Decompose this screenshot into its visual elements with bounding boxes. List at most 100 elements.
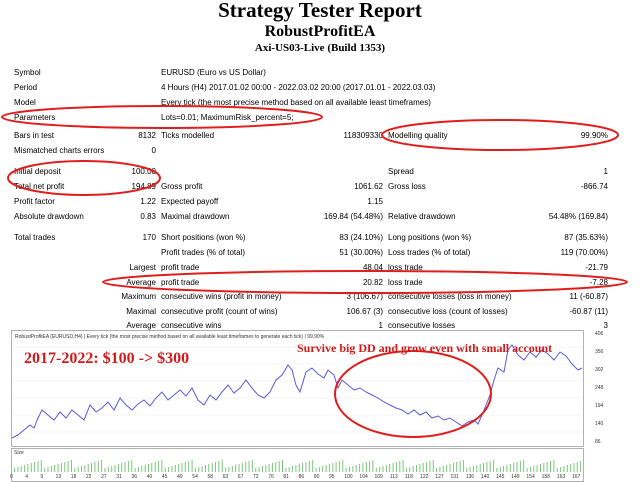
x-tick: 163 — [556, 474, 566, 480]
x-tick: 76 — [268, 474, 274, 480]
ticks-value: 118309330 — [343, 131, 383, 140]
ptrades-label: Profit trades (% of total) — [161, 248, 246, 257]
y-tick: 86 — [595, 439, 601, 445]
average-loss-value: -7.28 — [589, 278, 608, 287]
symbol-label: Symbol — [14, 68, 41, 77]
x-tick: 140 — [480, 474, 490, 480]
grossprofit-value: 1061.62 — [354, 182, 383, 191]
server-build: Axi-US03-Live (Build 1353) — [254, 42, 386, 54]
x-tick: 104 — [359, 474, 368, 480]
spread-label: Spread — [388, 167, 414, 176]
average-loss-label: loss trade — [388, 278, 423, 287]
largest-profit-value: 48.04 — [362, 263, 383, 272]
x-tick: 13 — [55, 474, 62, 480]
largest-loss-label: loss trade — [388, 263, 423, 272]
mismatch-value: 0 — [151, 146, 156, 155]
max-cons-loss-label: consecutive loss (count of losses) — [388, 307, 508, 316]
x-tick: 167 — [572, 474, 581, 480]
x-tick: 18 — [70, 474, 77, 480]
trades-value: 170 — [142, 233, 156, 242]
x-tick: 154 — [526, 474, 535, 480]
parameters-label: Parameters — [14, 113, 56, 122]
chart-caption: RobustProfitEA (EURUSD,H4) | Every tick … — [15, 334, 325, 340]
average-label: Average — [126, 278, 156, 287]
x-tick: 4 — [25, 474, 28, 480]
short-label: Short positions (won %) — [161, 233, 246, 242]
x-tick: 149 — [511, 474, 520, 480]
x-tick: 45 — [161, 474, 168, 480]
max-cons-losses-label: consecutive losses (loss in money) — [388, 292, 512, 301]
deposit-value: 100.00 — [131, 167, 156, 176]
max-cons-profit-value: 106.67 (3) — [346, 307, 383, 316]
ep-label: Expected payoff — [161, 197, 219, 206]
spread-value: 1 — [603, 167, 608, 176]
x-tick: 113 — [389, 474, 398, 480]
maxdd-label: Maximal drawdown — [161, 212, 230, 221]
quality-value: 99.90% — [580, 131, 608, 140]
x-tick: 158 — [541, 474, 550, 480]
long-value: 87 (35.63%) — [564, 233, 608, 242]
x-tick: 63 — [222, 474, 229, 480]
x-tick: 95 — [329, 474, 335, 480]
x-tick: 54 — [192, 474, 198, 480]
netprofit-value: 194.89 — [131, 182, 156, 191]
y-tick: 194 — [595, 403, 604, 409]
reldd-label: Relative drawdown — [388, 212, 456, 221]
period-label: Period — [14, 83, 38, 92]
mismatch-label: Mismatched charts errors — [14, 146, 105, 155]
max-cons-wins-value: 3 (106.67) — [346, 292, 383, 301]
average-profit-label: profit trade — [161, 278, 200, 287]
pf-label: Profit factor — [14, 197, 55, 206]
absdd-label: Absolute drawdown — [14, 212, 84, 221]
ticks-label: Ticks modelled — [161, 131, 215, 140]
x-tick: 86 — [298, 474, 305, 480]
drawdown-annotation: Survive big DD and grow even with small … — [297, 341, 553, 355]
x-tick: 122 — [420, 474, 429, 480]
max-cons-loss-value: -60.87 (11) — [569, 307, 608, 316]
maxdd-value: 169.84 (54.48%) — [323, 212, 383, 221]
average-profit-value: 20.82 — [362, 278, 383, 287]
largest-loss-value: -21.79 — [585, 263, 608, 272]
max-cons-profit-label: consecutive profit (count of wins) — [161, 307, 278, 316]
deposit-label: Initial deposit — [14, 167, 61, 176]
ep-value: 1.15 — [367, 197, 383, 206]
quality-label: Modelling quality — [388, 131, 448, 140]
largest-label: Largest — [129, 263, 156, 272]
x-tick: 127 — [435, 474, 444, 480]
y-tick: 406 — [595, 331, 604, 337]
x-tick: 109 — [374, 474, 383, 480]
long-label: Long positions (won %) — [388, 233, 472, 242]
x-tick: 90 — [313, 474, 320, 480]
growth-annotation: 2017-2022: $100 -> $300 — [24, 350, 190, 367]
bars-value: 8132 — [138, 131, 156, 140]
ltrades-value: 119 (70.00%) — [560, 248, 608, 257]
parameters-value: Lots=0.01; MaximumRisk_percent=5; — [161, 113, 294, 122]
period-value: 4 Hours (H4) 2017.01.02 00:00 - 2022.03.… — [161, 83, 436, 92]
absdd-value: 0.83 — [140, 212, 156, 221]
x-tick: 131 — [450, 474, 459, 480]
y-tick: 302 — [595, 367, 604, 373]
report-title: Strategy Tester Report — [218, 0, 422, 22]
ea-name: RobustProfitEA — [264, 23, 376, 40]
maximal-label: Maximal — [126, 307, 156, 316]
grossloss-value: -866.74 — [580, 182, 608, 191]
model-value: Every tick (the most precise method base… — [161, 98, 431, 107]
reldd-value: 54.48% (169.84) — [548, 212, 608, 221]
x-tick: 9 — [40, 474, 44, 480]
symbol-value: EURUSD (Euro vs US Dollar) — [161, 68, 266, 77]
x-tick: 36 — [131, 474, 138, 480]
x-tick: 100 — [344, 474, 353, 480]
netprofit-label: Total net profit — [14, 182, 65, 191]
short-value: 83 (24.10%) — [339, 233, 383, 242]
y-tick: 140 — [595, 421, 604, 427]
x-tick: 145 — [496, 474, 505, 480]
x-tick: 81 — [283, 474, 289, 480]
x-tick: 136 — [465, 474, 475, 480]
max-cons-losses-value: 11 (-60.87) — [569, 292, 608, 301]
model-label: Model — [14, 98, 36, 107]
x-tick: 22 — [85, 474, 92, 480]
x-tick: 31 — [116, 474, 122, 480]
pf-value: 1.22 — [140, 197, 156, 206]
largest-profit-label: profit trade — [161, 263, 200, 272]
x-tick: 72 — [253, 474, 259, 480]
